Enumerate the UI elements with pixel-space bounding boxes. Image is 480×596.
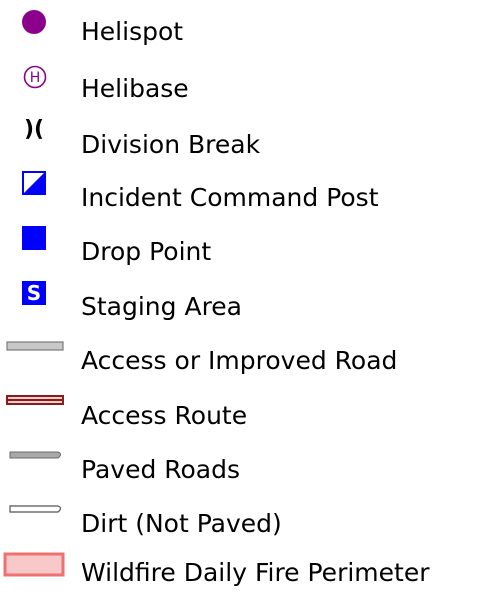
legend-label-access-or-improved-road: Access or Improved Road [81,346,398,375]
legend-item-staging-area: S Staging Area [0,275,480,329]
helispot-icon [22,10,46,34]
legend-item-incident-command-post: Incident Command Post [0,165,480,219]
access-or-improved-road-icon [6,341,64,351]
dirt-road-icon [9,505,62,513]
legend-label-paved-roads: Paved Roads [81,455,241,484]
wildfire-daily-fire-perimeter-icon [3,552,65,577]
legend-label-drop-point: Drop Point [81,237,212,266]
legend-label-staging-area: Staging Area [81,292,242,321]
legend-item-access-or-improved-road: Access or Improved Road [0,330,480,384]
incident-command-post-icon [22,171,46,195]
legend-label-wildfire-daily-fire-perimeter: Wildfire Daily Fire Perimeter [81,558,430,587]
legend-item-helispot: Helispot [0,3,480,57]
legend-item-wildfire-daily-fire-perimeter: Wildfire Daily Fire Perimeter [0,542,480,596]
division-break-icon: )( [24,117,45,142]
legend-label-access-route: Access Route [81,401,248,430]
legend-label-division-break: Division Break [81,130,261,159]
legend-label-dirt-road: Dirt (Not Paved) [81,509,282,538]
helibase-glyph: H [30,70,41,86]
map-legend: Helispot H Helibase )( Division Break In… [0,0,480,596]
legend-label-incident-command-post: Incident Command Post [81,183,379,212]
legend-item-paved-roads: Paved Roads [0,438,480,492]
legend-item-helibase: H Helibase [0,57,480,111]
staging-area-icon: S [22,281,46,305]
legend-item-division-break: )( Division Break [0,112,480,166]
legend-item-dirt-road: Dirt (Not Paved) [0,492,480,546]
paved-roads-icon [9,451,61,459]
access-route-icon [6,395,64,405]
legend-item-access-route: Access Route [0,384,480,438]
helibase-icon: H [23,65,47,89]
legend-label-helispot: Helispot [81,17,184,46]
legend-item-drop-point: Drop Point [0,220,480,274]
drop-point-icon [22,226,46,250]
legend-label-helibase: Helibase [81,74,189,103]
